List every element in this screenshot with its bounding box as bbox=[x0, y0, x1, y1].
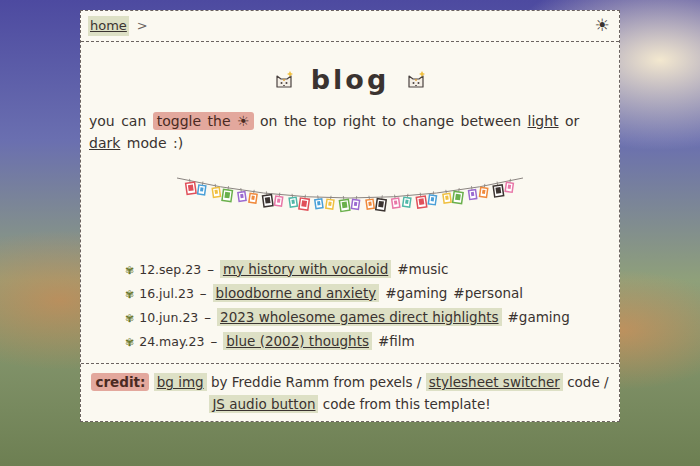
date-dash: – bbox=[200, 285, 207, 301]
post-tag: #personal bbox=[453, 285, 523, 301]
text: on the top right to change between bbox=[260, 113, 521, 129]
theme-toggle-button[interactable]: ☀ bbox=[593, 17, 612, 34]
credit-text: by Freddie Ramm from pexels / bbox=[211, 374, 421, 390]
credit-text: code / bbox=[567, 374, 608, 390]
post-link[interactable]: my history with vocaloid bbox=[220, 260, 391, 278]
post-link[interactable]: bloodborne and anxiety bbox=[213, 284, 380, 302]
post-tag: #music bbox=[397, 261, 448, 277]
text: you can bbox=[89, 113, 146, 129]
post-list: ✾12.sep.23–my history with vocaloid#musi… bbox=[89, 258, 611, 354]
flower-icon: ✾ bbox=[125, 336, 134, 349]
text: or bbox=[565, 113, 579, 129]
garland-icon bbox=[175, 174, 525, 236]
flower-icon: ✾ bbox=[125, 312, 134, 325]
post-item: ✾ 12.sep.23–my history with vocaloid #musi… bbox=[125, 258, 611, 282]
text-link[interactable]: light bbox=[528, 113, 559, 129]
post-link[interactable]: 2023 wholesome games direct highlights bbox=[217, 308, 502, 326]
date-dash: – bbox=[204, 309, 211, 325]
credit-label: credit: bbox=[91, 373, 149, 391]
post-link[interactable]: blue (2002) thoughts bbox=[223, 332, 372, 350]
home-link[interactable]: home bbox=[88, 16, 129, 36]
credit-link[interactable]: stylesheet switcher bbox=[426, 373, 563, 391]
date-dash: – bbox=[207, 261, 214, 277]
post-item: ✾ 10.jun.23–2023 wholesome games direct h… bbox=[125, 306, 611, 330]
flower-icon: ✾ bbox=[125, 288, 134, 301]
text-link[interactable]: dark bbox=[89, 135, 120, 151]
breadcrumb: home > bbox=[88, 16, 148, 36]
blog-content: blog you can toggle the ☀ on the top righ… bbox=[81, 42, 619, 364]
page-title: blog bbox=[311, 64, 389, 96]
post-tag: #gaming bbox=[508, 309, 570, 325]
post-date: 24.may.23 bbox=[139, 334, 204, 349]
credit-link[interactable]: JS audio button bbox=[209, 395, 318, 413]
breadcrumb-bar: home > ☀ bbox=[81, 11, 619, 42]
post-item: ✾ 24.may.23–blue (2002) thoughts #film bbox=[125, 330, 611, 354]
cat-icon bbox=[405, 69, 427, 91]
post-date: 10.jun.23 bbox=[139, 310, 198, 325]
date-dash: – bbox=[210, 333, 217, 349]
cat-icon bbox=[273, 69, 295, 91]
credit-link[interactable]: bg img bbox=[154, 373, 207, 391]
post-item: ✾ 16.jul.23–bloodborne and anxiety #gaming… bbox=[125, 282, 611, 306]
blog-panel: home > ☀ blog you can toggle the ☀ on the t… bbox=[80, 10, 620, 422]
post-tag: #film bbox=[378, 333, 415, 349]
post-date: 12.sep.23 bbox=[139, 262, 201, 277]
breadcrumb-separator: > bbox=[137, 16, 148, 36]
flower-icon: ✾ bbox=[125, 264, 134, 277]
post-date: 16.jul.23 bbox=[139, 286, 194, 301]
credit-text: code from this template! bbox=[323, 396, 491, 412]
intro-text: you can toggle the ☀ on the top right to… bbox=[89, 110, 611, 154]
post-tag: #gaming bbox=[385, 285, 447, 301]
highlight-text: toggle the ☀ bbox=[153, 112, 254, 130]
credits-footer: credit: bg img by Freddie Ramm from pexe… bbox=[81, 363, 619, 421]
text: mode :) bbox=[127, 135, 183, 151]
title-row: blog bbox=[89, 64, 611, 96]
